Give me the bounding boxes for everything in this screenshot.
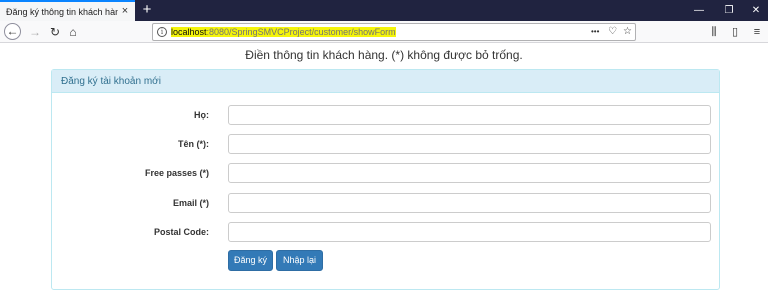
registration-panel: Đăng ký tài khoản mới Họ: Tên (*): Free …	[51, 69, 720, 290]
menu-icon[interactable]: ≡	[749, 24, 765, 40]
bookmark-star-icon[interactable]: ☆	[623, 25, 632, 39]
submit-button[interactable]: Đăng ký	[228, 250, 273, 271]
pocket-icon[interactable]: ♡	[608, 25, 617, 39]
postal-code-input[interactable]	[228, 222, 711, 242]
forward-icon[interactable]: →	[26, 23, 44, 41]
field-row-free-passes: Free passes (*)	[52, 163, 719, 183]
field-label: Postal Code:	[153, 227, 209, 237]
window-close-icon[interactable]: ✕	[741, 0, 768, 21]
minimize-icon[interactable]: —	[684, 0, 714, 21]
field-row-postal-code: Postal Code:	[52, 222, 719, 242]
close-tab-icon[interactable]: ×	[119, 5, 131, 17]
restore-icon[interactable]: ❐	[714, 0, 744, 21]
info-icon[interactable]: i	[157, 27, 167, 37]
last-name-input[interactable]	[228, 105, 711, 125]
free-passes-input[interactable]	[228, 163, 711, 183]
home-icon[interactable]: ⌂	[64, 23, 82, 41]
reset-button[interactable]: Nhập lại	[276, 250, 323, 271]
field-row-email: Email (*)	[52, 193, 719, 213]
reload-icon[interactable]: ↻	[46, 23, 64, 41]
field-label: Họ:	[194, 110, 209, 120]
tab-strip: Đăng ký thông tin khách hàng × + — ❐ ✕	[0, 0, 768, 21]
field-label: Tên (*):	[178, 139, 209, 149]
url-text[interactable]: localhost:8080/SpringSMVCProject/custome…	[171, 26, 396, 38]
field-row-last-name: Họ:	[52, 105, 719, 125]
panel-title: Đăng ký tài khoản mới	[52, 70, 719, 93]
tab-title: Đăng ký thông tin khách hàng	[6, 6, 118, 17]
field-label: Free passes (*)	[144, 168, 209, 178]
back-icon[interactable]: ←	[4, 23, 21, 40]
email-input[interactable]	[228, 193, 711, 213]
url-host: localhost	[171, 27, 207, 37]
navigation-bar: ← → ↻ ⌂ i localhost:8080/SpringSMVCProje…	[0, 21, 768, 43]
field-label: Email (*)	[172, 198, 209, 208]
first-name-input[interactable]	[228, 134, 711, 154]
page-heading: Điền thông tin khách hàng. (*) không đượ…	[245, 48, 523, 62]
field-row-first-name: Tên (*):	[52, 134, 719, 154]
address-bar[interactable]: i localhost:8080/SpringSMVCProject/custo…	[152, 23, 636, 41]
sidebar-icon[interactable]: ▯	[727, 24, 743, 40]
library-icon[interactable]: ⫼	[706, 24, 722, 40]
browser-tab[interactable]: Đăng ký thông tin khách hàng ×	[0, 0, 135, 21]
url-path: :8080/SpringSMVCProject/customer/showFor…	[206, 27, 396, 37]
page-actions-icon[interactable]: •••	[591, 25, 599, 39]
new-tab-icon[interactable]: +	[139, 1, 155, 19]
